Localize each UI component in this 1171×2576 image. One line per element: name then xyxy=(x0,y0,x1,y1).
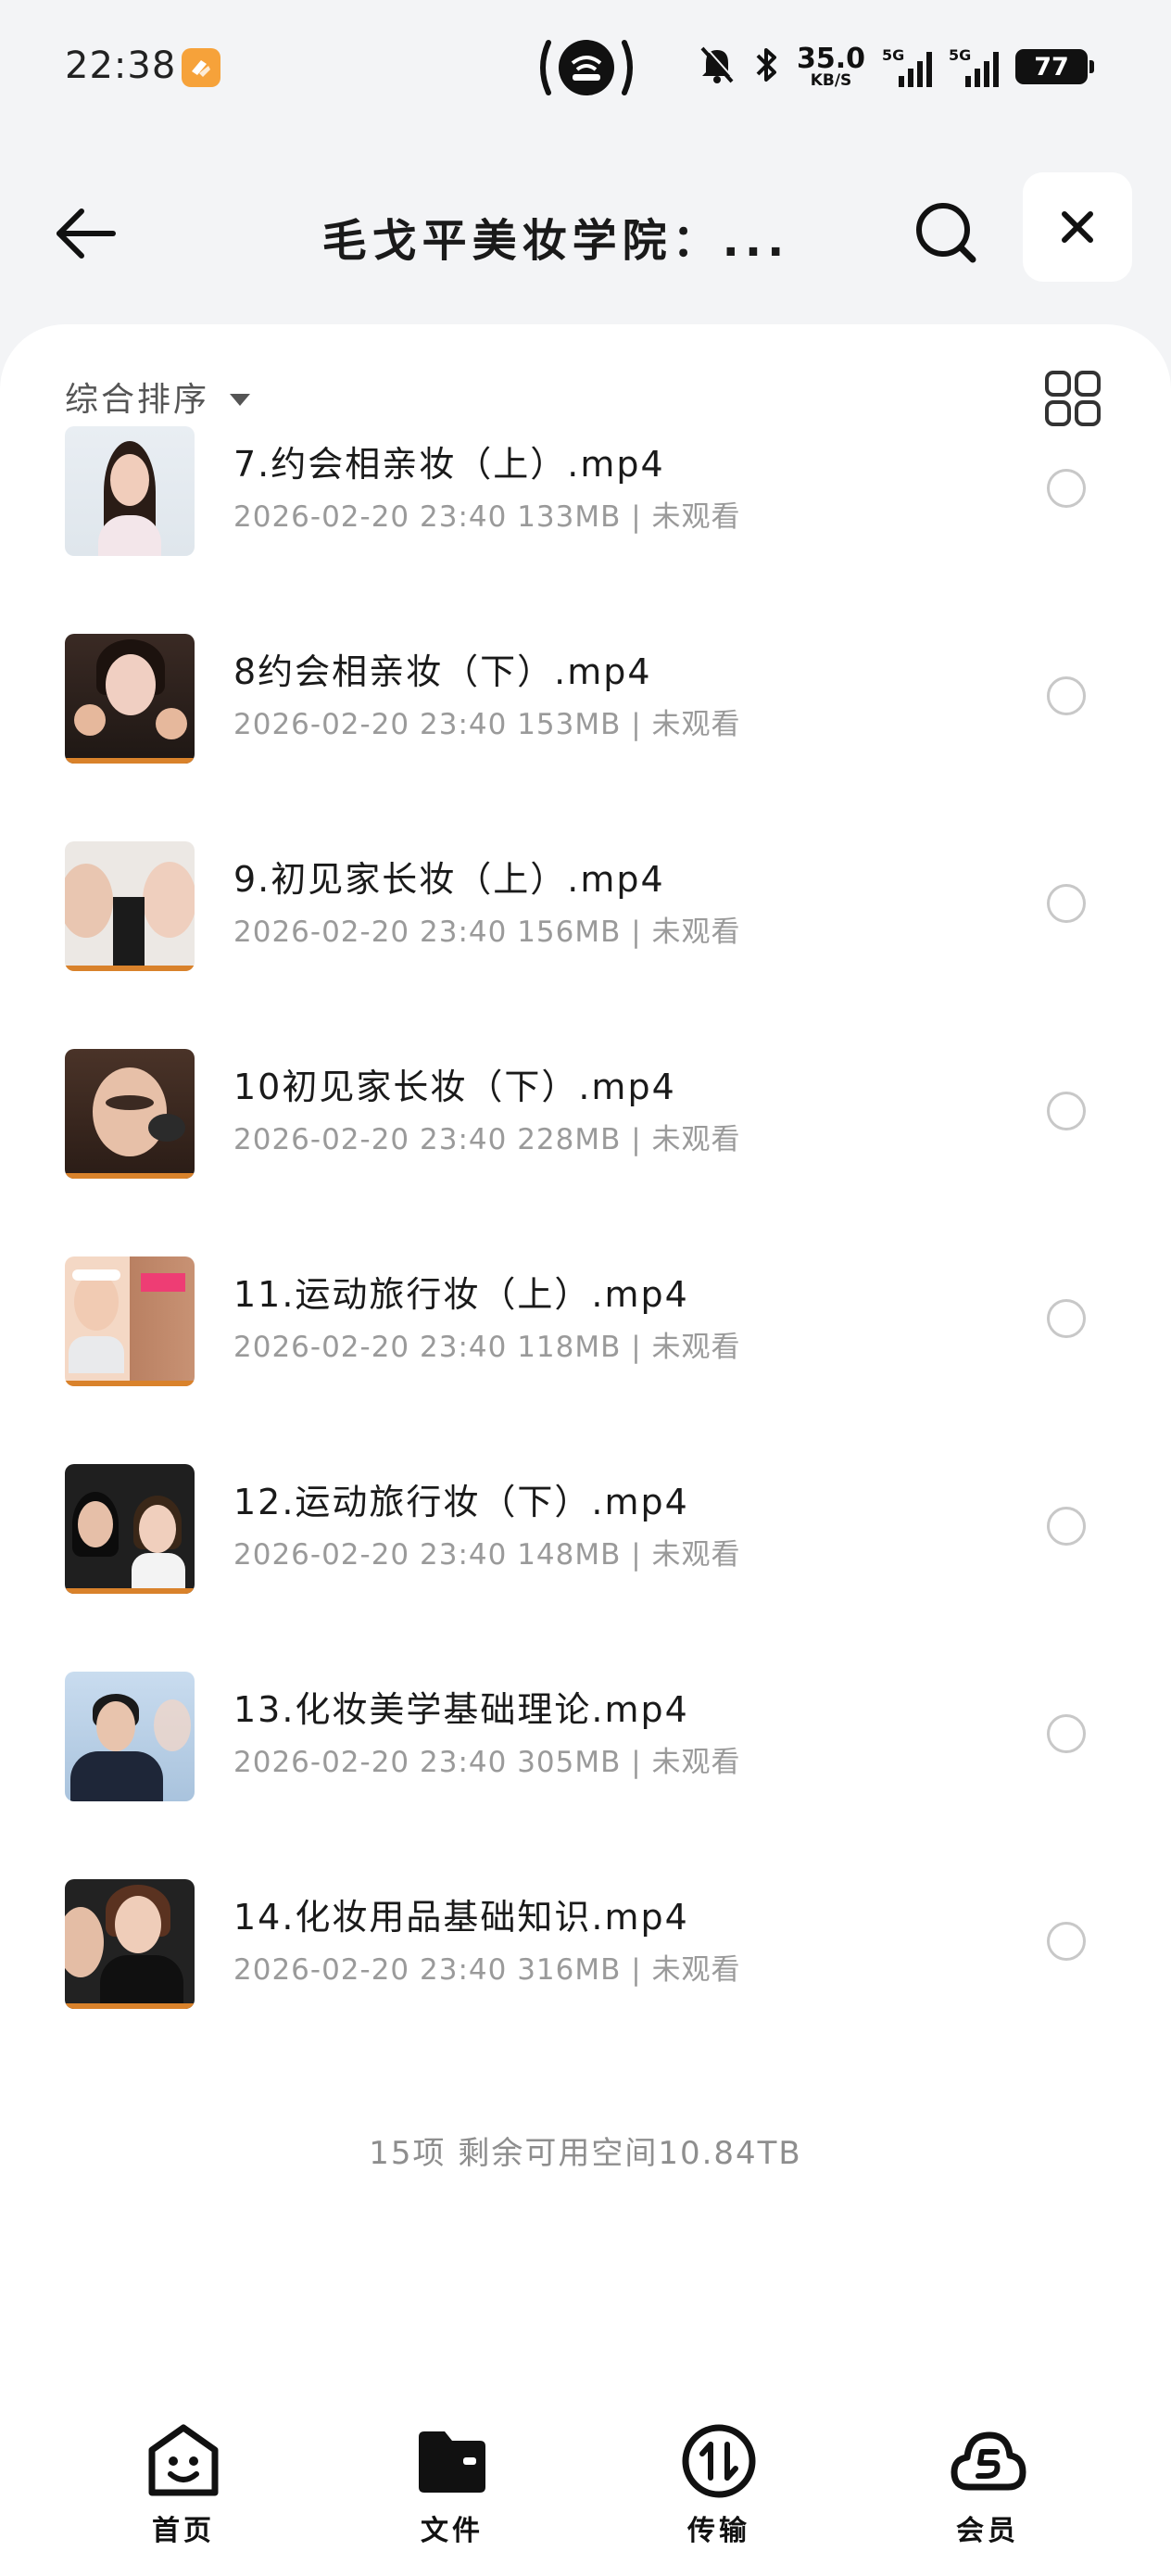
select-radio[interactable] xyxy=(1047,1299,1086,1338)
file-name: 7.约会相亲妆（上）.mp4 xyxy=(233,444,665,485)
video-thumbnail xyxy=(65,1049,195,1179)
nav-label: 首页 xyxy=(152,2515,215,2547)
folder-icon xyxy=(419,2431,485,2493)
file-meta: 2026-02-20 23:40 305MB | 未观看 xyxy=(233,1746,741,1779)
file-meta: 2026-02-20 23:40 118MB | 未观看 xyxy=(233,1331,741,1364)
file-row[interactable]: 13.化妆美学基础理论.mp4 2026-02-20 23:40 305MB |… xyxy=(0,1672,1171,1879)
nav-transfer[interactable]: 传输 xyxy=(645,2422,793,2548)
nav-label: 会员 xyxy=(956,2515,1019,2547)
file-name: 13.化妆美学基础理论.mp4 xyxy=(233,1689,689,1730)
select-radio[interactable] xyxy=(1047,1507,1086,1546)
signal-sim2-icon: 5G xyxy=(949,44,999,89)
hotspot-indicator-icon xyxy=(535,35,637,100)
file-meta: 2026-02-20 23:40 156MB | 未观看 xyxy=(233,915,741,949)
file-row[interactable]: 12.运动旅行妆（下）.mp4 2026-02-20 23:40 148MB |… xyxy=(0,1464,1171,1672)
file-meta: 2026-02-20 23:40 148MB | 未观看 xyxy=(233,1538,741,1572)
file-meta: 2026-02-20 23:40 316MB | 未观看 xyxy=(233,1953,741,1987)
select-radio[interactable] xyxy=(1047,884,1086,923)
bottom-navigation: 首页 文件 传输 会员 xyxy=(0,2409,1171,2576)
storage-summary: 15项 剩余可用空间10.84TB xyxy=(369,2135,802,2172)
video-thumbnail xyxy=(65,1879,195,2009)
top-app-bar: 毛戈平美妆学院：... xyxy=(0,167,1171,287)
video-thumbnail xyxy=(65,1256,195,1386)
sort-label: 综合排序 xyxy=(65,381,210,419)
signal-sim1-icon: 5G xyxy=(882,44,932,89)
select-radio[interactable] xyxy=(1047,1922,1086,1961)
grid-view-button[interactable] xyxy=(1043,369,1102,428)
close-icon xyxy=(1062,211,1093,243)
file-row[interactable]: 11.运动旅行妆（上）.mp4 2026-02-20 23:40 118MB |… xyxy=(0,1256,1171,1464)
file-name: 14.化妆用品基础知识.mp4 xyxy=(233,1897,689,1938)
app-notification-icon xyxy=(182,48,220,87)
file-meta: 2026-02-20 23:40 133MB | 未观看 xyxy=(233,500,741,534)
file-name: 8约会相亲妆（下）.mp4 xyxy=(233,651,652,692)
network-speed: 35.0 KB/S xyxy=(796,42,865,90)
status-time: 22:38 xyxy=(65,44,177,87)
select-radio[interactable] xyxy=(1047,1714,1086,1753)
caret-down-icon xyxy=(230,393,251,406)
file-name: 12.运动旅行妆（下）.mp4 xyxy=(233,1482,689,1522)
select-radio[interactable] xyxy=(1047,1092,1086,1130)
video-thumbnail xyxy=(65,1464,195,1594)
file-row[interactable]: 14.化妆用品基础知识.mp4 2026-02-20 23:40 316MB |… xyxy=(0,1879,1171,2087)
home-face-icon xyxy=(148,2424,219,2496)
arrow-left-icon xyxy=(57,208,116,259)
file-row[interactable]: 8约会相亲妆（下）.mp4 2026-02-20 23:40 153MB | 未… xyxy=(0,634,1171,841)
file-list: 7.约会相亲妆（上）.mp4 2026-02-20 23:40 133MB | … xyxy=(0,426,1171,2087)
file-name: 9.初见家长妆（上）.mp4 xyxy=(233,859,665,900)
nav-home[interactable]: 首页 xyxy=(109,2422,258,2548)
file-list-panel: 综合排序 7.约会相亲妆（上）.mp4 2026-02-20 23:40 133… xyxy=(0,324,1171,2576)
vip-cloud-icon xyxy=(951,2431,1026,2491)
nav-files[interactable]: 文件 xyxy=(378,2422,526,2548)
file-meta: 2026-02-20 23:40 228MB | 未观看 xyxy=(233,1123,741,1156)
file-meta: 2026-02-20 23:40 153MB | 未观看 xyxy=(233,708,741,741)
file-row[interactable]: 7.约会相亲妆（上）.mp4 2026-02-20 23:40 133MB | … xyxy=(0,426,1171,634)
page-title: 毛戈平美妆学院：... xyxy=(321,215,790,267)
close-button[interactable] xyxy=(1023,172,1132,282)
select-radio[interactable] xyxy=(1047,469,1086,508)
video-thumbnail xyxy=(65,426,195,556)
video-thumbnail xyxy=(65,634,195,764)
select-radio[interactable] xyxy=(1047,676,1086,715)
file-name: 10初见家长妆（下）.mp4 xyxy=(233,1067,676,1107)
file-row[interactable]: 9.初见家长妆（上）.mp4 2026-02-20 23:40 156MB | … xyxy=(0,841,1171,1049)
video-thumbnail xyxy=(65,841,195,971)
search-icon xyxy=(916,203,976,263)
nav-vip[interactable]: 会员 xyxy=(913,2422,1062,2548)
file-name: 11.运动旅行妆（上）.mp4 xyxy=(233,1274,689,1315)
mute-icon xyxy=(699,44,736,89)
grid-view-icon xyxy=(1045,371,1101,426)
video-thumbnail xyxy=(65,1672,195,1801)
transfer-icon xyxy=(682,2424,756,2498)
nav-label: 文件 xyxy=(421,2515,484,2547)
nav-label: 传输 xyxy=(687,2515,750,2547)
battery-indicator: 77 xyxy=(1015,49,1094,84)
back-button[interactable] xyxy=(48,196,122,271)
search-button[interactable] xyxy=(908,195,982,269)
file-row[interactable]: 10初见家长妆（下）.mp4 2026-02-20 23:40 228MB | … xyxy=(0,1049,1171,1256)
status-bar: 22:38 35.0 KB/S 5G 5G 77 xyxy=(0,0,1171,139)
sort-dropdown[interactable]: 综合排序 xyxy=(65,373,251,421)
bluetooth-icon xyxy=(752,44,780,89)
